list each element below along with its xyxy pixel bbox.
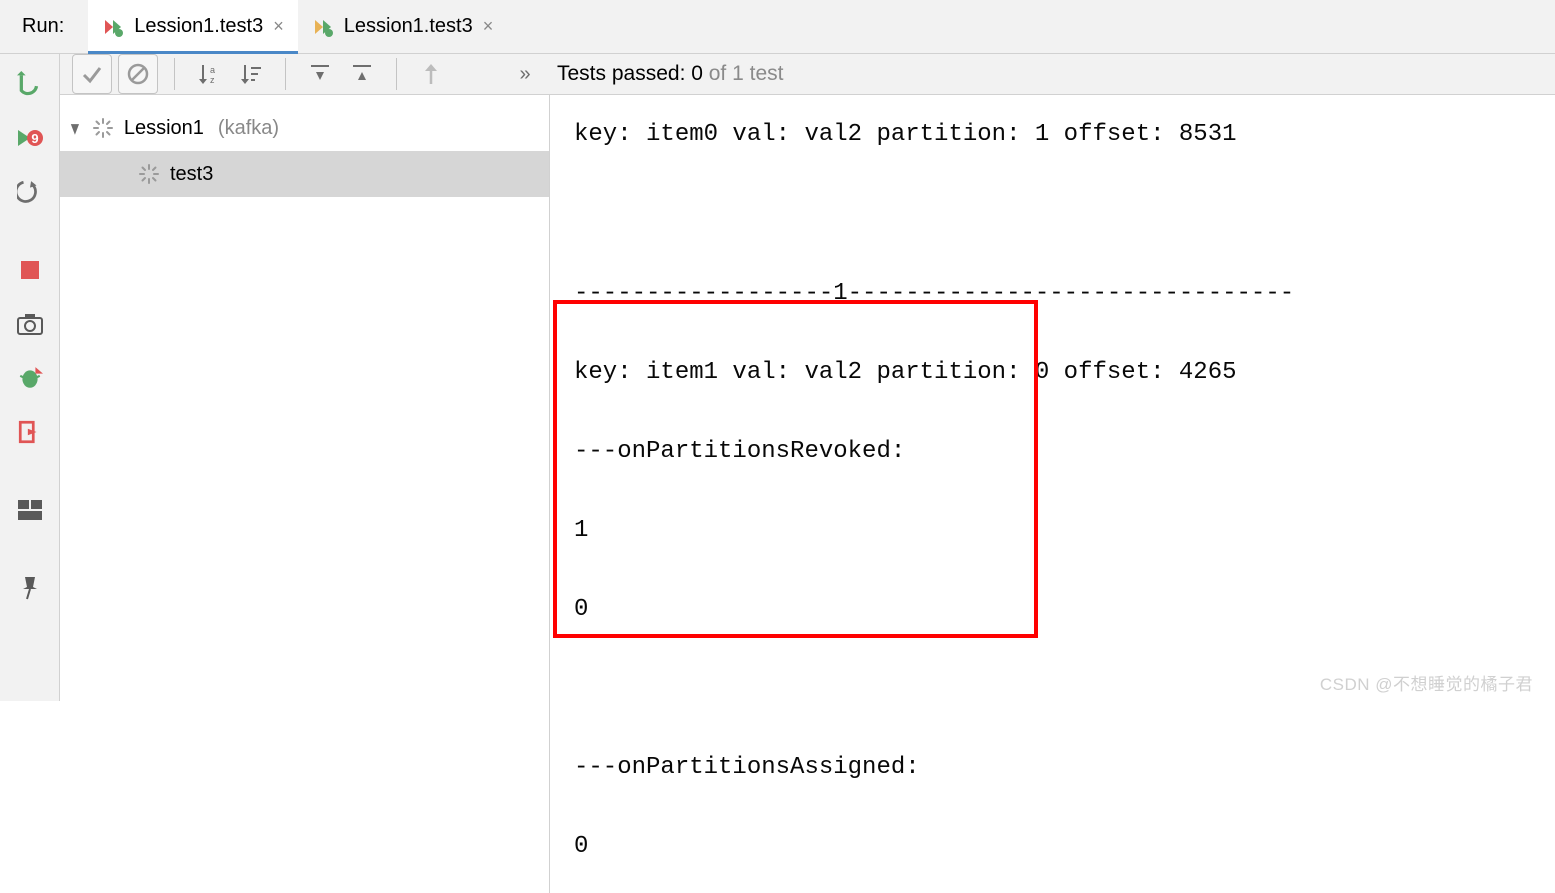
sort-alphabetically-icon[interactable]: az: [191, 56, 227, 92]
console-line: [574, 188, 1535, 240]
tab-lession1-test3[interactable]: Lession1.test3 ×: [298, 0, 508, 53]
sort-duration-icon[interactable]: [233, 56, 269, 92]
show-passed-button[interactable]: [72, 54, 112, 94]
expand-all-icon[interactable]: [302, 56, 338, 92]
tab-lession1-test3-active[interactable]: Lession1.test3 ×: [88, 0, 298, 53]
rerun-failed-icon[interactable]: 9: [12, 120, 48, 156]
console-line: 0: [574, 821, 1535, 873]
stop-icon[interactable]: [12, 252, 48, 288]
console-output[interactable]: key: item0 val: val2 partition: 1 offset…: [550, 95, 1555, 893]
console-line: 0: [574, 584, 1535, 636]
console-line: ---onPartitionsRevoked:: [574, 425, 1535, 477]
run-label: Run:: [0, 0, 88, 53]
watermark: CSDN @不想睡觉的橘子君: [1320, 670, 1533, 695]
test-run-icon: [312, 16, 334, 38]
test-run-icon: [102, 16, 124, 38]
bug-icon[interactable]: [12, 360, 48, 396]
spinner-icon: [92, 117, 114, 139]
tests-passed-suffix: of 1 test: [703, 62, 784, 85]
camera-icon[interactable]: [12, 306, 48, 342]
chevron-down-icon: ▼: [68, 118, 82, 139]
tree-child-label: test3: [170, 163, 213, 186]
tests-passed-count: 0: [691, 62, 703, 85]
tab-label: Lession1.test3: [344, 15, 473, 38]
tests-status: Tests passed: 0 of 1 test: [557, 62, 783, 86]
show-ignored-button[interactable]: [118, 54, 158, 94]
tests-passed-prefix: Tests passed:: [557, 62, 691, 85]
tree-root[interactable]: ▼ Lession1 (kafka): [60, 105, 549, 151]
svg-text:a: a: [210, 65, 215, 75]
console-line: key: item0 val: val2 partition: 1 offset…: [574, 109, 1535, 161]
more-icon[interactable]: »: [507, 56, 543, 92]
prev-failed-icon[interactable]: [413, 56, 449, 92]
tab-label: Lession1.test3: [134, 15, 263, 38]
exit-icon[interactable]: [12, 414, 48, 450]
collapse-all-icon[interactable]: [344, 56, 380, 92]
pin-icon[interactable]: [12, 570, 48, 606]
spinner-icon: [138, 163, 160, 185]
tabs: Lession1.test3 × Lession1.test3 ×: [88, 0, 507, 53]
tree-root-context: (kafka): [218, 117, 279, 140]
close-icon[interactable]: ×: [273, 16, 284, 37]
tree-root-label: Lession1: [124, 117, 204, 140]
svg-text:9: 9: [31, 131, 38, 146]
test-tree: ▼ Lession1 (kafka) test3: [60, 95, 550, 893]
console-line: 1: [574, 505, 1535, 557]
console-line: ---onPartitionsAssigned:: [574, 742, 1535, 794]
toolbar: az » Tests passed: 0 of 1 test: [60, 54, 1555, 95]
close-icon[interactable]: ×: [483, 16, 494, 37]
rerun-icon[interactable]: [12, 66, 48, 102]
svg-text:z: z: [210, 75, 215, 85]
console-line: key: item1 val: val2 partition: 0 offset…: [574, 346, 1535, 398]
console-line: ------------------1---------------------…: [574, 267, 1535, 319]
gutter: 9: [0, 54, 60, 701]
toggle-auto-icon[interactable]: [12, 174, 48, 210]
layout-icon[interactable]: [12, 492, 48, 528]
tree-child-test3[interactable]: test3: [60, 151, 549, 197]
